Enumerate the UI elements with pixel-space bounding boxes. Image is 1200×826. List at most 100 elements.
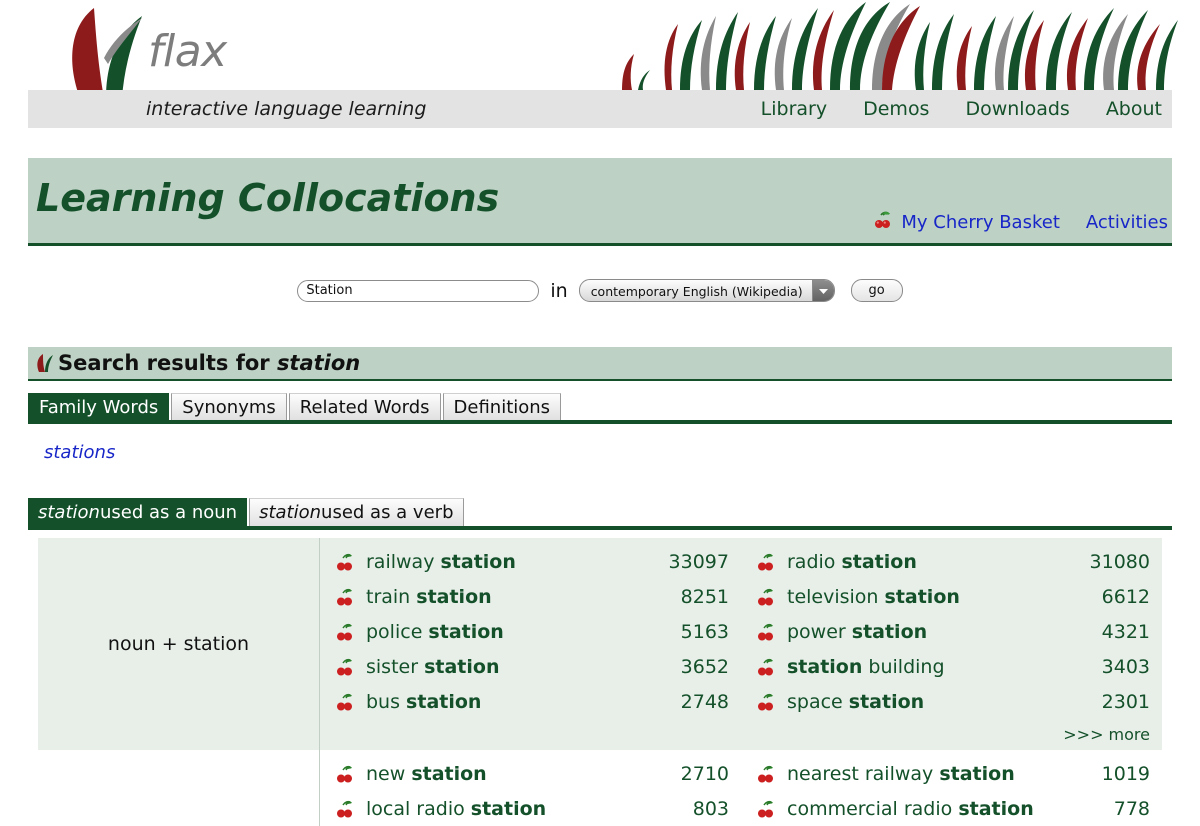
- cherry-icon[interactable]: [755, 692, 775, 712]
- results-header: Search results for station: [28, 347, 1172, 381]
- nav-links: Library Demos Downloads About: [761, 98, 1162, 120]
- collocation-phrase[interactable]: sister station: [366, 656, 655, 678]
- nav-item-library[interactable]: Library: [761, 98, 827, 120]
- group-columns: railway station 33097 train station 8251…: [320, 538, 1162, 750]
- collocation-frequency: 8251: [680, 585, 729, 608]
- search-bar: in contemporary English (Wikipedia) go: [0, 279, 1200, 302]
- collocation-phrase[interactable]: train station: [366, 586, 655, 608]
- collocation-phrase[interactable]: station building: [787, 656, 1076, 678]
- collocation-phrase[interactable]: commercial radio station: [787, 798, 1076, 820]
- search-input[interactable]: [297, 279, 540, 302]
- results-header-term: station: [276, 351, 361, 375]
- collocation-groups: noun + station railway station 33097 tra…: [38, 538, 1162, 826]
- collocation-phrase[interactable]: police station: [366, 621, 655, 643]
- cherry-icon[interactable]: [755, 552, 775, 572]
- more-row: >>> more: [741, 719, 1162, 749]
- collocation-row: bus station 2748: [320, 684, 741, 719]
- pos-tabs: station used as a noun station used as a…: [28, 498, 1172, 530]
- collocation-frequency: 3403: [1101, 655, 1150, 678]
- my-cherry-basket-label: My Cherry Basket: [901, 212, 1060, 233]
- collocation-phrase[interactable]: power station: [787, 621, 1076, 643]
- tab-definitions[interactable]: Definitions: [442, 393, 562, 420]
- cherry-icon[interactable]: [755, 622, 775, 642]
- activities-link[interactable]: Activities: [1086, 212, 1168, 233]
- collocation-phrase[interactable]: nearest railway station: [787, 763, 1076, 785]
- page-title: Learning Collocations: [36, 176, 500, 220]
- collocation-phrase[interactable]: radio station: [787, 551, 1076, 573]
- group-label: noun + station: [38, 538, 320, 750]
- collocation-frequency: 2301: [1101, 690, 1150, 713]
- pos-tab-verb[interactable]: station used as a verb: [249, 498, 464, 526]
- tab-family-words[interactable]: Family Words: [28, 393, 170, 420]
- cherry-icon[interactable]: [755, 764, 775, 784]
- nav-item-about[interactable]: About: [1106, 98, 1162, 120]
- group-column-right: radio station 31080 television station 6…: [741, 544, 1162, 750]
- cherry-icon: [872, 210, 892, 235]
- cherry-icon[interactable]: [334, 657, 354, 677]
- collocation-frequency: 4321: [1101, 620, 1150, 643]
- cherry-icon[interactable]: [334, 622, 354, 642]
- page-actions: My Cherry Basket Activities: [872, 210, 1168, 235]
- corpus-select[interactable]: contemporary English (Wikipedia): [578, 279, 835, 302]
- family-words-list: stations: [28, 442, 1172, 463]
- collocation-row: power station 4321: [741, 614, 1162, 649]
- collocation-row: local radio station 803: [320, 791, 741, 826]
- group-columns: new station 2710 local radio station 803…: [320, 750, 1162, 826]
- collocation-frequency: 3652: [680, 655, 729, 678]
- search-in-label: in: [550, 279, 568, 302]
- collocation-row: radio station 31080: [741, 544, 1162, 579]
- more-row-spacer: [320, 719, 741, 749]
- collocation-row: television station 6612: [741, 579, 1162, 614]
- collocation-frequency: 31080: [1089, 550, 1150, 573]
- collocation-frequency: 2748: [680, 690, 729, 713]
- collocation-row: space station 2301: [741, 684, 1162, 719]
- cherry-icon[interactable]: [755, 657, 775, 677]
- collocation-row: commercial radio station 778: [741, 791, 1162, 826]
- collocation-phrase[interactable]: television station: [787, 586, 1076, 608]
- collocation-phrase[interactable]: bus station: [366, 691, 655, 713]
- collocation-phrase[interactable]: space station: [787, 691, 1076, 713]
- collocation-frequency: 1019: [1101, 762, 1150, 785]
- page-title-band: Learning Collocations My Cherry Basket A…: [28, 158, 1172, 246]
- collocation-frequency: 2710: [680, 762, 729, 785]
- collocation-phrase[interactable]: railway station: [366, 551, 655, 573]
- collocation-row: sister station 3652: [320, 649, 741, 684]
- collocation-frequency: 5163: [680, 620, 729, 643]
- collocation-row: railway station 33097: [320, 544, 741, 579]
- collocation-row: police station 5163: [320, 614, 741, 649]
- more-link[interactable]: >>> more: [1063, 725, 1150, 744]
- cherry-icon[interactable]: [334, 692, 354, 712]
- cherry-icon[interactable]: [755, 587, 775, 607]
- collocation-row: train station 8251: [320, 579, 741, 614]
- cherry-icon[interactable]: [334, 552, 354, 572]
- collocation-phrase[interactable]: local radio station: [366, 798, 655, 820]
- collocation-row: station building 3403: [741, 649, 1162, 684]
- nav-item-downloads[interactable]: Downloads: [965, 98, 1069, 120]
- nav-item-demos[interactable]: Demos: [863, 98, 929, 120]
- collocation-frequency: 778: [1113, 797, 1150, 820]
- pos-tab-noun-suffix: used as a noun: [99, 502, 238, 523]
- results-header-text: Search results for station: [58, 351, 360, 375]
- chevron-down-icon[interactable]: [811, 280, 834, 301]
- brand-tagline: interactive language learning: [146, 98, 427, 120]
- collocation-frequency: 33097: [668, 550, 729, 573]
- pos-tab-verb-suffix: used as a verb: [321, 502, 454, 523]
- collocation-row: new station 2710: [320, 756, 741, 791]
- pos-tab-noun-term: station: [38, 502, 100, 523]
- go-button[interactable]: go: [850, 279, 903, 302]
- tab-related-words[interactable]: Related Words: [288, 393, 441, 420]
- corpus-selected-value: contemporary English (Wikipedia): [590, 284, 803, 299]
- flax-leaf-icon: [34, 352, 56, 374]
- collocation-group: noun + station railway station 33097 tra…: [38, 538, 1162, 750]
- my-cherry-basket-link[interactable]: My Cherry Basket: [872, 210, 1060, 235]
- family-word-stations[interactable]: stations: [44, 442, 115, 463]
- masthead: flax interactive language learning Libra…: [0, 0, 1200, 128]
- group-label: [38, 750, 320, 826]
- collocation-group: new station 2710 local radio station 803…: [38, 750, 1162, 826]
- pos-tab-noun[interactable]: station used as a noun: [28, 498, 248, 526]
- collocation-frequency: 6612: [1101, 585, 1150, 608]
- cherry-icon[interactable]: [334, 764, 354, 784]
- collocation-phrase[interactable]: new station: [366, 763, 655, 785]
- tab-synonyms[interactable]: Synonyms: [171, 393, 287, 420]
- cherry-icon[interactable]: [334, 587, 354, 607]
